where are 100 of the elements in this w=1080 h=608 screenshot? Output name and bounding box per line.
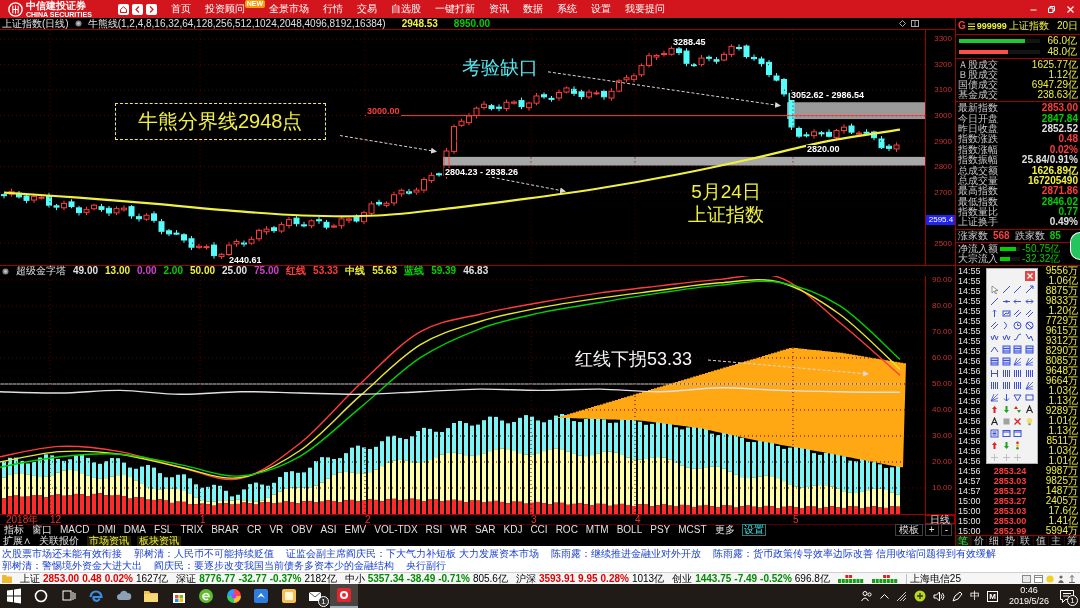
people-icon[interactable] xyxy=(861,590,874,602)
person-icon[interactable] xyxy=(1057,574,1065,583)
menu-item[interactable]: 数据 xyxy=(523,4,543,14)
indicator-tab[interactable]: MTM xyxy=(584,525,610,535)
close-button[interactable] xyxy=(1025,271,1035,281)
news-headline[interactable]: 证监会副主席阎庆民：下大气力补短板 大力发展资本市场 xyxy=(286,547,539,559)
menu-item[interactable]: 系统 xyxy=(557,4,577,14)
news-headline[interactable]: 陈雨露：继续推进金融业对外开放 xyxy=(550,547,701,559)
indicator-tab[interactable]: CR xyxy=(245,525,263,535)
grid-lines-icon[interactable] xyxy=(1013,344,1023,354)
period-button[interactable]: 日线 xyxy=(925,515,955,524)
indicator-tab[interactable]: 窗口 xyxy=(31,525,53,535)
forward-button[interactable] xyxy=(146,3,157,15)
indicator-tab[interactable]: EMV xyxy=(343,525,368,535)
expand-toggle[interactable]: 扩展∧ xyxy=(3,535,31,546)
window-icon[interactable] xyxy=(1001,428,1011,438)
window-icon[interactable] xyxy=(1022,574,1031,583)
indicator-tab[interactable]: SAR xyxy=(473,525,497,535)
fan-lines-icon[interactable] xyxy=(1013,356,1023,366)
indicator-tab[interactable]: WR xyxy=(449,525,468,535)
indicator-tab[interactable]: CCI xyxy=(529,525,549,535)
h-bracket-icon[interactable] xyxy=(990,368,1000,378)
indicator-tab[interactable]: FSL xyxy=(153,525,174,535)
zigzag-icon[interactable] xyxy=(1024,332,1034,342)
text-tool-icon[interactable] xyxy=(1024,404,1034,414)
taskbar-button[interactable] xyxy=(330,584,358,608)
panel-icon[interactable] xyxy=(911,20,919,27)
template-button[interactable]: - xyxy=(940,524,952,536)
curve-icon[interactable] xyxy=(1013,332,1023,342)
news-headline[interactable]: 阎庆民：要逐步改变我国当前债务多资本少的金融结构 xyxy=(154,559,394,571)
grid-lines-icon[interactable] xyxy=(1001,344,1011,354)
window-icon[interactable] xyxy=(1034,574,1043,583)
grid-lines-icon[interactable] xyxy=(1001,356,1011,366)
indicator-tab[interactable]: MACD xyxy=(59,525,91,535)
indicator-tab[interactable]: BOLL xyxy=(615,525,644,535)
home-button[interactable] xyxy=(118,3,129,15)
vertical-bars-icon[interactable] xyxy=(1013,380,1023,390)
menu-item[interactable]: 设置 xyxy=(591,4,611,14)
menu-item[interactable]: 行情 xyxy=(323,4,343,14)
parallel-lines-icon[interactable] xyxy=(1013,308,1023,318)
indicator-tab[interactable]: OBV xyxy=(290,525,314,535)
ime-indicator[interactable]: 中 xyxy=(970,591,981,601)
down-arrow-icon[interactable] xyxy=(1001,392,1011,402)
taskbar-button[interactable]: 1 xyxy=(302,584,330,608)
list-icon[interactable] xyxy=(990,428,1000,438)
fan-lines-icon[interactable] xyxy=(1024,356,1034,366)
indicator-tab[interactable]: 设置 xyxy=(741,524,766,536)
marker-pair-icon[interactable] xyxy=(1013,404,1023,414)
vertical-bars-icon[interactable] xyxy=(990,380,1000,390)
news-headline[interactable]: 郭树清：警惕境外资金大进大出 xyxy=(2,559,142,571)
up-marker-icon[interactable] xyxy=(990,440,1000,450)
grid-lines-icon[interactable] xyxy=(990,356,1000,366)
delete-icon[interactable] xyxy=(1013,416,1023,426)
indicator-tab[interactable]: VR xyxy=(268,525,285,535)
menu-item[interactable]: 一键打新 xyxy=(435,4,475,14)
up-marker-icon[interactable] xyxy=(990,404,1000,414)
fan-lines-icon[interactable] xyxy=(990,392,1000,402)
indicator-tab[interactable]: ROC xyxy=(554,525,579,535)
parallel-lines-icon[interactable] xyxy=(990,320,1000,330)
diagonal-line-icon[interactable] xyxy=(1001,284,1011,294)
menu-item[interactable]: 自选股 xyxy=(391,4,421,14)
back-button[interactable] xyxy=(132,3,143,15)
menu-item[interactable]: 首页 xyxy=(171,4,191,14)
circle-icon[interactable] xyxy=(1024,320,1034,330)
pen-icon[interactable] xyxy=(952,590,964,602)
ime-mode-indicator[interactable]: M xyxy=(987,590,998,602)
vertical-bars-icon[interactable] xyxy=(1001,380,1011,390)
plus-circle-icon[interactable] xyxy=(914,590,927,602)
indicator-tab[interactable]: RSI xyxy=(424,525,444,535)
indicator-tab[interactable]: BRAR xyxy=(210,525,240,535)
fan-lines-icon[interactable] xyxy=(1024,380,1034,390)
indicator-tab[interactable]: KDJ xyxy=(502,525,524,535)
template-button[interactable]: 模板 xyxy=(894,524,923,536)
down-marker-icon[interactable] xyxy=(1001,440,1011,450)
info-tab[interactable]: 关联报价 xyxy=(37,535,81,546)
diagonal-line-icon[interactable] xyxy=(990,296,1000,306)
window-icon[interactable] xyxy=(1013,428,1023,438)
diamond-icon[interactable] xyxy=(899,20,906,27)
menu-item[interactable]: 资讯 xyxy=(489,4,509,14)
menu-item[interactable]: 投资顾问 xyxy=(205,4,245,14)
info-tab[interactable]: 板块资讯 xyxy=(137,535,181,546)
menu-item[interactable]: 交易 xyxy=(357,4,377,14)
chevron-up-icon[interactable] xyxy=(880,593,890,599)
indicator-tab[interactable]: TRIX xyxy=(179,525,205,535)
down-marker-icon[interactable] xyxy=(1001,404,1011,414)
notification-icon[interactable] xyxy=(1060,589,1074,603)
menu-item[interactable]: 全景市场 xyxy=(269,4,309,14)
indicator-tab[interactable]: DMI xyxy=(96,525,117,535)
indicator-tab[interactable]: MCST xyxy=(677,525,708,535)
peak-icon[interactable] xyxy=(990,344,1000,354)
sort-icon[interactable] xyxy=(1068,574,1076,583)
info-tab[interactable]: 市场资讯 xyxy=(87,535,131,546)
indicator-tab[interactable]: 更多 xyxy=(713,525,736,535)
template-button[interactable]: + xyxy=(924,524,939,536)
indicator-tab[interactable]: VOL-TDX xyxy=(373,525,419,535)
indicator-tab[interactable]: PSY xyxy=(649,525,672,535)
network-icon[interactable] xyxy=(896,590,908,602)
speaker-icon[interactable] xyxy=(933,590,946,602)
double-arrow-icon[interactable] xyxy=(1024,296,1034,306)
indicator-tab[interactable]: 指标 xyxy=(3,525,25,535)
